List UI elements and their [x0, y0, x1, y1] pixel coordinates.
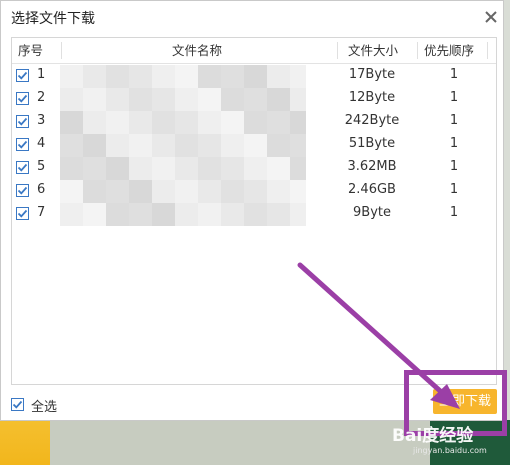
watermark-logo: Bai度经验 — [392, 426, 474, 446]
watermark-url: jingyan.baidu.com — [413, 446, 487, 455]
